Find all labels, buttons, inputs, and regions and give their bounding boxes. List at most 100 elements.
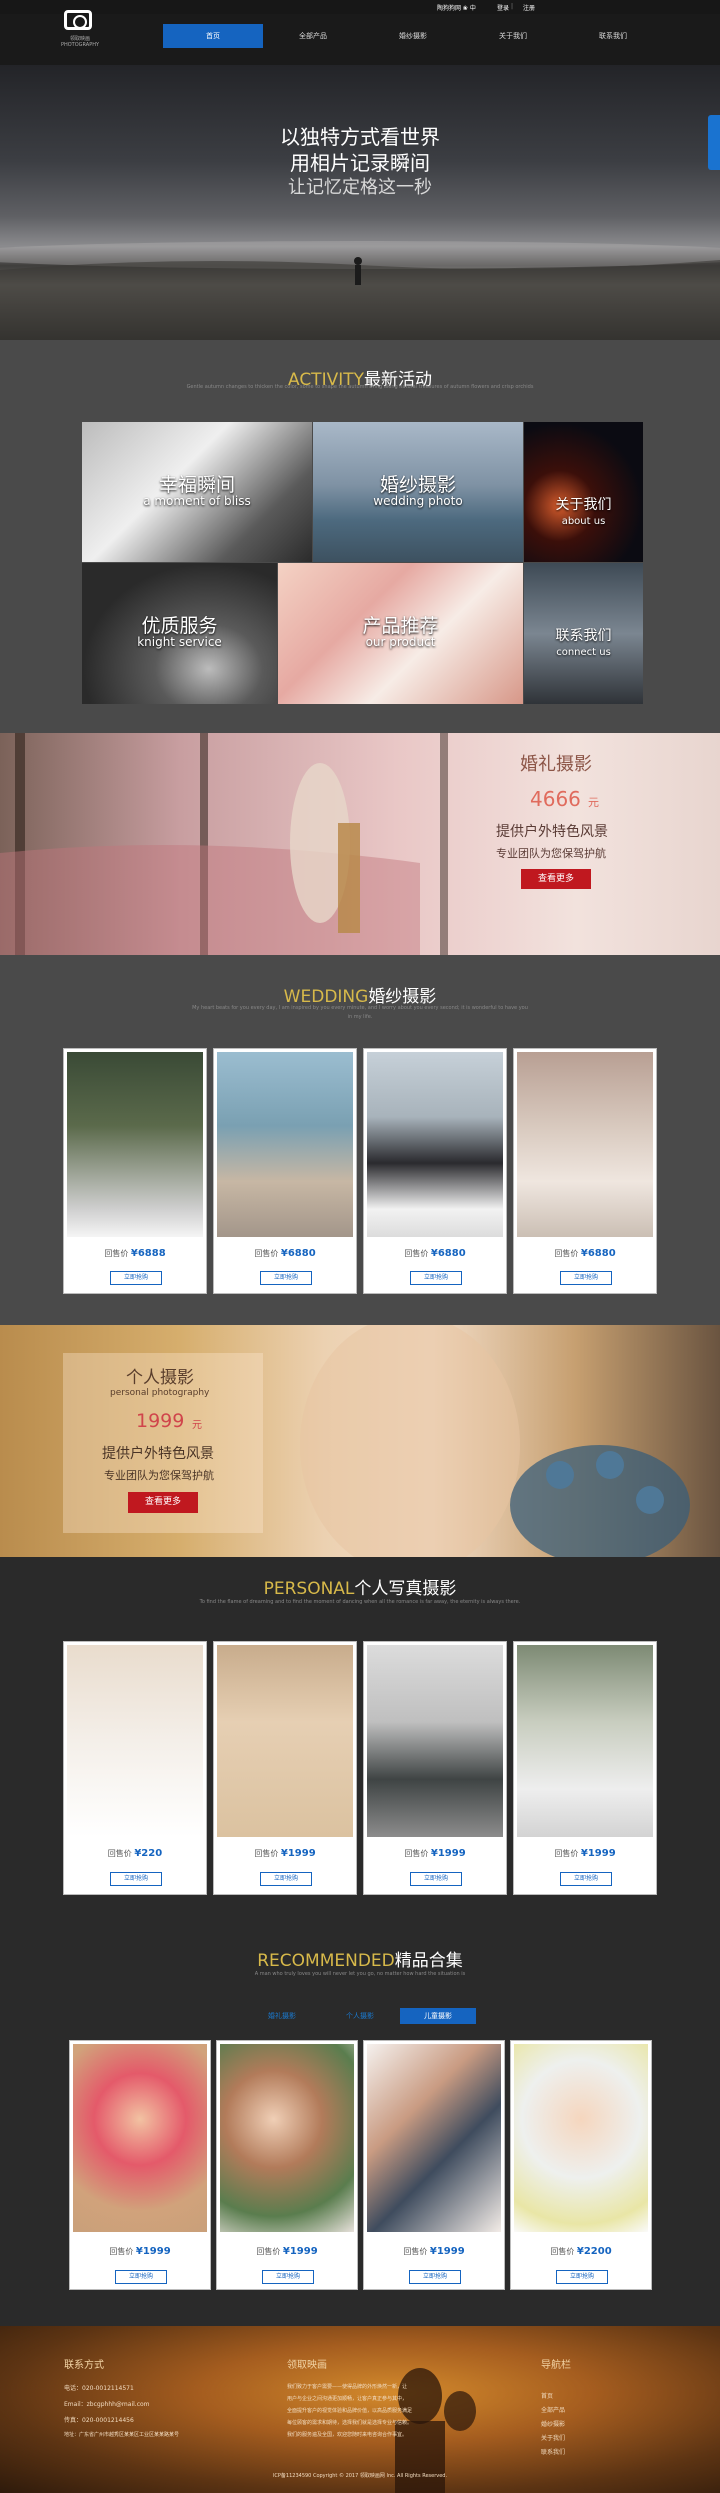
tile-contact[interactable]: 联系我们 connect us — [524, 563, 643, 704]
personal-card[interactable]: 回售价 ¥1999 立即抢购 — [213, 1641, 357, 1895]
buy-now-button[interactable]: 立即抢购 — [409, 2270, 461, 2284]
camera-logo-icon[interactable] — [64, 10, 92, 30]
wedding-card-image[interactable] — [67, 1052, 203, 1237]
price-label: 回售价 — [107, 1849, 132, 1858]
recommended-card[interactable]: 回售价 ¥1999 立即抢购 — [216, 2040, 358, 2290]
wedding-card-image[interactable] — [217, 1052, 353, 1237]
price-value: ¥1999 — [430, 1848, 466, 1859]
login-link[interactable]: 登录 — [497, 3, 509, 12]
price-value: ¥1999 — [282, 2246, 318, 2257]
wedding-card-price: 回售价 ¥6880 — [364, 1248, 506, 1259]
buy-now-button[interactable]: 立即抢购 — [556, 2270, 608, 2284]
footer-about-line: 用户与企业之间沟通更加顺畅，让客户真正参与其中， — [287, 2396, 408, 2402]
tile-wedding-en: wedding photo — [373, 494, 463, 508]
recommended-title: RECOMMENDED精品合集 — [0, 1946, 720, 1971]
nav-contact[interactable]: 联系我们 — [563, 24, 663, 48]
activity-subtitle: Gentle autumn changes to thicken the col… — [186, 384, 534, 390]
personal-card-image[interactable] — [367, 1645, 503, 1837]
tile-bliss[interactable]: 幸福瞬间 a moment of bliss — [82, 422, 312, 562]
recommended-card-price: 回售价 ¥2200 — [511, 2246, 651, 2257]
logo-cn: 领取映画 — [69, 36, 90, 42]
footer-nav-link[interactable]: 关于我们 — [541, 2433, 565, 2442]
wedding-card-image[interactable] — [517, 1052, 653, 1237]
side-service-tab[interactable] — [708, 115, 720, 170]
tab-wedding[interactable]: 婚礼摄影 — [244, 2008, 320, 2024]
footer-nav-link[interactable]: 首页 — [541, 2391, 553, 2400]
personal-card-image[interactable] — [517, 1645, 653, 1837]
tile-product-cn: 产品推荐 — [362, 615, 439, 637]
personal-card[interactable]: 回售价 ¥1999 立即抢购 — [513, 1641, 657, 1895]
personal-card-price: 回售价 ¥1999 — [214, 1848, 356, 1859]
wedding-card-price: 回售价 ¥6880 — [514, 1248, 656, 1259]
personal-card-image[interactable] — [67, 1645, 203, 1837]
personal-title-en: PERSONAL — [263, 1579, 355, 1599]
footer-nav-link[interactable]: 全部产品 — [541, 2405, 565, 2414]
hero-landscape-image — [0, 241, 720, 340]
footer-nav-link[interactable]: 婚纱摄影 — [541, 2419, 565, 2428]
tile-service[interactable]: 优质服务 knight service — [82, 563, 277, 704]
recommended-subtitle: A man who truly loves you will never let… — [254, 1971, 466, 1977]
wedding-banner-more-button[interactable]: 查看更多 — [521, 869, 591, 889]
footer-copyright: ICP备11234590 Copyright © 2017 领取映画网 Inc.… — [272, 2473, 448, 2479]
recommended-card-price: 回售价 ¥1999 — [70, 2246, 210, 2257]
price-value: ¥6888 — [130, 1248, 166, 1259]
price-label: 回售价 — [554, 1849, 579, 1858]
hero-line-1: 以独特方式看世界 — [280, 125, 440, 149]
recommended-card[interactable]: 回售价 ¥1999 立即抢购 — [69, 2040, 211, 2290]
personal-card[interactable]: 回售价 ¥1999 立即抢购 — [363, 1641, 507, 1895]
buy-now-button[interactable]: 立即抢购 — [410, 1271, 462, 1285]
recommended-card[interactable]: 回售价 ¥1999 立即抢购 — [363, 2040, 505, 2290]
tab-children[interactable]: 儿童摄影 — [400, 2008, 476, 2024]
tile-about[interactable]: 关于我们 about us — [524, 422, 643, 562]
price-label: 回售价 — [254, 1249, 279, 1258]
wedding-card[interactable]: 回售价 ¥6880 立即抢购 — [363, 1048, 507, 1294]
buy-now-button[interactable]: 立即抢购 — [115, 2270, 167, 2284]
recommended-card-image[interactable] — [514, 2044, 648, 2232]
tile-about-en: about us — [561, 516, 606, 527]
buy-now-button[interactable]: 立即抢购 — [560, 1872, 612, 1886]
personal-banner-more-button[interactable]: 查看更多 — [128, 1492, 198, 1513]
wedding-card[interactable]: 回售价 ¥6880 立即抢购 — [213, 1048, 357, 1294]
price-value: ¥220 — [134, 1848, 163, 1859]
personal-banner-price: 1999 — [136, 1410, 185, 1432]
footer-contact-line: 电话：020-0012114571 — [64, 2385, 134, 2392]
price-label: 回售价 — [554, 1249, 579, 1258]
nav-wedding[interactable]: 婚纱摄影 — [363, 24, 463, 48]
wedding-card-image[interactable] — [367, 1052, 503, 1237]
tile-wedding[interactable]: 婚纱摄影 wedding photo — [313, 422, 523, 562]
personal-card-price: 回售价 ¥1999 — [514, 1848, 656, 1859]
tab-personal[interactable]: 个人摄影 — [322, 2008, 398, 2024]
buy-now-button[interactable]: 立即抢购 — [110, 1271, 162, 1285]
personal-card-price: 回售价 ¥1999 — [364, 1848, 506, 1859]
buy-now-button[interactable]: 立即抢购 — [262, 2270, 314, 2284]
recommended-card-image[interactable] — [220, 2044, 354, 2232]
wedding-banner-price: 4666 — [530, 787, 581, 811]
wedding-card[interactable]: 回售价 ¥6888 立即抢购 — [63, 1048, 207, 1294]
footer-contact-line: 传真：020-0001214456 — [64, 2417, 134, 2424]
tile-service-en: knight service — [137, 635, 222, 649]
wedding-banner-unit: 元 — [588, 796, 599, 809]
price-label: 回售价 — [550, 2247, 575, 2256]
wedding-card[interactable]: 回售价 ¥6880 立即抢购 — [513, 1048, 657, 1294]
recommended-card-image[interactable] — [73, 2044, 207, 2232]
recommended-title-cn: 精品合集 — [394, 1951, 463, 1971]
nav-products[interactable]: 全部产品 — [263, 24, 363, 48]
recommended-card[interactable]: 回售价 ¥2200 立即抢购 — [510, 2040, 652, 2290]
recommended-card-image[interactable] — [367, 2044, 501, 2232]
tile-bliss-cn: 幸福瞬间 — [158, 474, 235, 496]
buy-now-button[interactable]: 立即抢购 — [410, 1872, 462, 1886]
price-label: 回售价 — [404, 1249, 429, 1258]
register-link[interactable]: 注册 — [523, 3, 535, 12]
tile-product[interactable]: 产品推荐 our product — [278, 563, 523, 704]
footer-nav-link[interactable]: 联系我们 — [541, 2447, 565, 2456]
buy-now-button[interactable]: 立即抢购 — [560, 1271, 612, 1285]
nav-home[interactable]: 首页 — [163, 24, 263, 48]
personal-card-image[interactable] — [217, 1645, 353, 1837]
personal-card[interactable]: 回售价 ¥220 立即抢购 — [63, 1641, 207, 1895]
buy-now-button[interactable]: 立即抢购 — [110, 1872, 162, 1886]
nav-about[interactable]: 关于我们 — [463, 24, 563, 48]
buy-now-button[interactable]: 立即抢购 — [260, 1271, 312, 1285]
recommended-card-price: 回售价 ¥1999 — [364, 2246, 504, 2257]
buy-now-button[interactable]: 立即抢购 — [260, 1872, 312, 1886]
footer-about-line: 我们致力于客户需要——使得品牌的外形焕然一新，让 — [287, 2384, 408, 2390]
